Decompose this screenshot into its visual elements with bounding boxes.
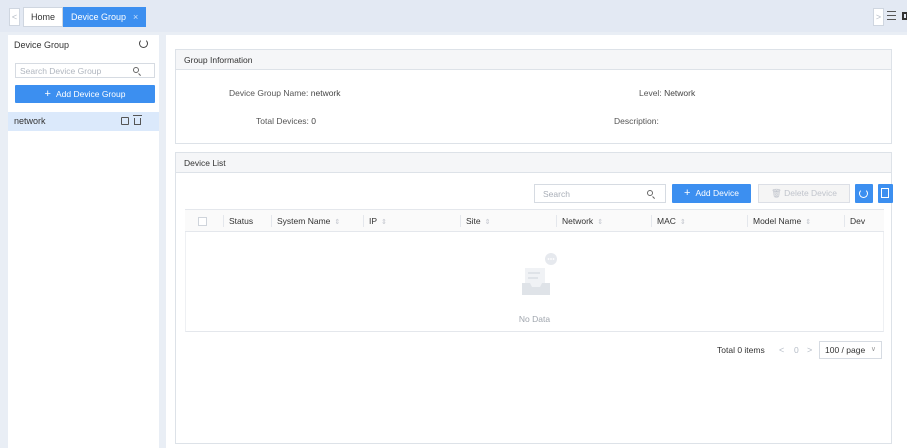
no-data-text: No Data	[518, 314, 551, 324]
main-panel: Group Information Device Group Name: net…	[166, 35, 907, 448]
add-device-group-button[interactable]: + Add Device Group	[15, 85, 155, 103]
group-information-card: Group Information Device Group Name: net…	[175, 49, 892, 144]
refresh-icon[interactable]	[139, 39, 148, 48]
empty-inbox-icon	[522, 253, 557, 295]
delete-device-label: Delete Device	[784, 188, 838, 198]
page-size-select[interactable]: 100 / page ∨	[819, 341, 882, 359]
search-icon[interactable]	[133, 67, 139, 73]
device-group-sidebar: Device Group + Add Device Group network	[8, 35, 159, 448]
delete-icon[interactable]	[133, 115, 142, 125]
plus-icon: +	[684, 187, 691, 199]
device-search-box	[534, 184, 666, 203]
document-icon	[881, 188, 889, 198]
column-ip[interactable]: IP ⇕	[363, 209, 460, 232]
column-system-name[interactable]: System Name ⇕	[271, 209, 363, 232]
search-icon[interactable]	[647, 190, 653, 196]
description-field: Description:	[614, 116, 659, 126]
next-page-button[interactable]: >	[807, 345, 812, 355]
column-mac[interactable]: MAC ⇕	[651, 209, 747, 232]
select-all-checkbox[interactable]	[198, 216, 207, 226]
device-table: Status System Name ⇕ IP ⇕ Site ⇕ Network ⇕ M…	[185, 209, 884, 232]
total-items-text: Total 0 items	[717, 345, 765, 355]
window-icon[interactable]	[902, 12, 907, 20]
total-devices-value: 0	[311, 116, 317, 126]
tab-next-button[interactable]: >	[873, 8, 884, 26]
chevron-down-icon: ∨	[870, 346, 876, 353]
plus-icon: +	[44, 88, 51, 100]
export-button[interactable]	[878, 184, 893, 203]
column-site[interactable]: Site ⇕	[460, 209, 556, 232]
select-all-cell	[185, 209, 223, 232]
level-value: Network	[664, 88, 696, 98]
sort-icon[interactable]: ⇕	[381, 219, 387, 226]
group-item-label: network	[14, 116, 46, 126]
edit-icon[interactable]	[121, 117, 129, 125]
description-label: Description:	[614, 116, 659, 126]
total-devices-field: Total Devices: 0	[256, 116, 316, 126]
group-item-network[interactable]: network	[8, 112, 159, 131]
sort-icon[interactable]: ⇕	[334, 219, 340, 226]
group-information-title: Group Information	[176, 50, 891, 70]
menu-icon[interactable]	[887, 11, 896, 20]
group-name-value: network	[310, 88, 341, 98]
column-dev[interactable]: Dev	[844, 209, 884, 232]
refresh-icon	[859, 189, 868, 198]
tab-close-icon[interactable]: ×	[133, 12, 138, 22]
trash-icon: 🗑︎	[770, 188, 785, 198]
column-model-name[interactable]: Model Name ⇕	[747, 209, 844, 232]
page-size-value: 100 / page	[825, 345, 866, 355]
add-device-button[interactable]: + Add Device	[672, 184, 751, 203]
delete-device-button[interactable]: 🗑︎ Delete Device	[758, 184, 850, 203]
device-list-card: Device List + Add Device 🗑︎ Delete Device…	[175, 152, 893, 444]
device-search-input[interactable]	[535, 185, 635, 202]
add-device-group-label: Add Device Group	[55, 89, 126, 99]
sort-icon[interactable]: ⇕	[597, 219, 603, 226]
level-field: Level: Network	[639, 88, 695, 98]
level-label: Level:	[639, 88, 662, 98]
tab-device-group-label: Device Group	[71, 12, 127, 22]
sort-icon[interactable]: ⇕	[485, 219, 491, 226]
prev-page-button[interactable]: <	[779, 345, 784, 355]
group-name-label: Device Group Name:	[229, 88, 309, 98]
group-search-input[interactable]	[16, 64, 126, 77]
table-header-row: Status System Name ⇕ IP ⇕ Site ⇕ Network ⇕ M…	[185, 209, 884, 232]
column-status[interactable]: Status	[223, 209, 271, 232]
total-devices-label: Total Devices:	[256, 116, 309, 126]
column-network[interactable]: Network ⇕	[556, 209, 651, 232]
add-device-label: Add Device	[695, 188, 739, 198]
tab-device-group[interactable]: Device Group ×	[63, 7, 147, 27]
sort-icon[interactable]: ⇕	[680, 219, 686, 226]
refresh-list-button[interactable]	[855, 184, 873, 203]
group-search-box	[15, 63, 155, 78]
tab-prev-button[interactable]: <	[9, 8, 20, 26]
sidebar-title: Device Group	[14, 40, 70, 50]
tab-bar: < Home Device Group × >	[0, 0, 907, 32]
device-list-title: Device List	[176, 153, 891, 173]
sort-icon[interactable]: ⇕	[805, 219, 811, 226]
table-empty-state: No Data	[185, 232, 884, 332]
group-name-field: Device Group Name: network	[229, 88, 341, 98]
current-page[interactable]: 0	[794, 345, 799, 355]
tab-home[interactable]: Home	[23, 7, 64, 27]
